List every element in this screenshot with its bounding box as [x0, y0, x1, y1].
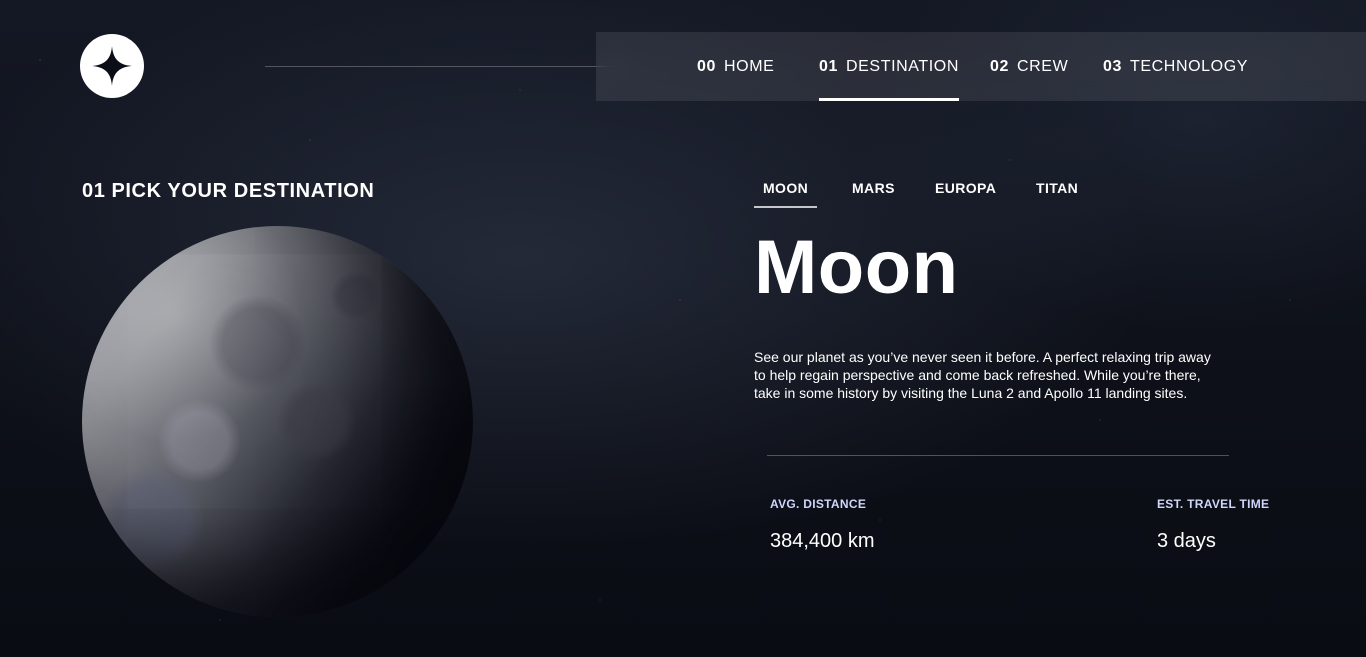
tab-moon[interactable]: MOON [754, 168, 817, 208]
moon-image [82, 226, 473, 617]
tab-mars[interactable]: MARS [852, 168, 895, 208]
avg-distance-value: 384,400 km [770, 530, 875, 552]
tab-europa[interactable]: EUROPA [935, 168, 996, 208]
page-title-text: PICK YOUR DESTINATION [111, 180, 375, 202]
main-nav: 00 HOME 01 DESTINATION 02 CREW 03 TECHNO… [596, 32, 1366, 101]
tab-titan[interactable]: TITAN [1036, 168, 1078, 208]
nav-item-technology[interactable]: 03 TECHNOLOGY [1103, 32, 1248, 101]
logo[interactable] [80, 34, 144, 98]
nav-item-home[interactable]: 00 HOME [697, 32, 774, 101]
page-title-number: 01 [82, 180, 106, 202]
nav-item-label: HOME [724, 57, 775, 75]
travel-time-value: 3 days [1157, 530, 1216, 552]
nav-item-number: 02 [990, 57, 1009, 75]
destination-description: See our planet as you’ve never seen it b… [754, 349, 1211, 401]
avg-distance-label: AVG. DISTANCE [770, 497, 867, 511]
stats-divider [767, 455, 1229, 456]
nav-item-number: 01 [819, 57, 838, 75]
page-title: 01 PICK YOUR DESTINATION [82, 180, 374, 203]
nav-item-destination[interactable]: 01 DESTINATION [819, 32, 959, 101]
nav-item-label: TECHNOLOGY [1130, 57, 1249, 75]
four-point-star-icon [92, 46, 132, 86]
nav-item-number: 00 [697, 57, 716, 75]
nav-item-number: 03 [1103, 57, 1122, 75]
nav-item-label: CREW [1017, 57, 1069, 75]
travel-time-label: EST. TRAVEL TIME [1157, 497, 1270, 511]
nav-item-label: DESTINATION [846, 57, 959, 75]
nav-item-crew[interactable]: 02 CREW [990, 32, 1068, 101]
destination-name: Moon [754, 225, 959, 310]
header-divider [265, 66, 626, 67]
